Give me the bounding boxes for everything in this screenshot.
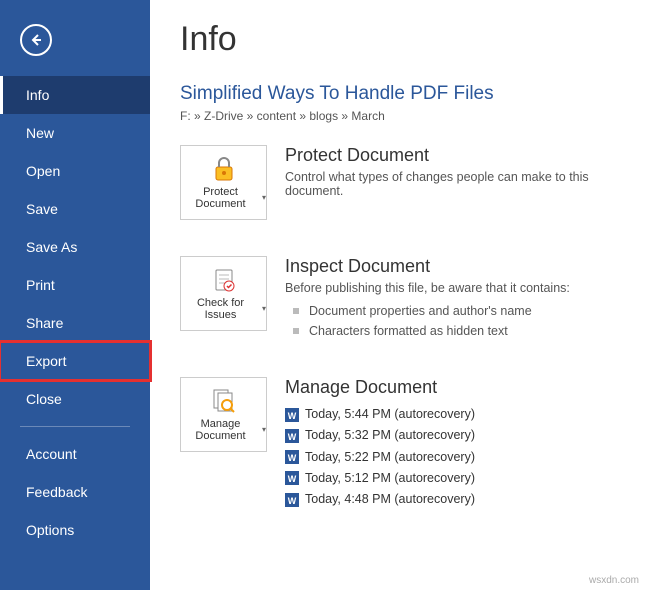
check-issues-button[interactable]: Check for Issues	[180, 256, 267, 331]
tile-label: Manage Document	[181, 418, 266, 442]
version-item[interactable]: W Today, 5:32 PM (autorecovery)	[285, 425, 617, 446]
main-content: Info Simplified Ways To Handle PDF Files…	[150, 0, 647, 590]
section-protect: Protect Document Protect Document Contro…	[180, 145, 617, 220]
page-title: Info	[180, 20, 617, 59]
word-icon: W	[285, 493, 299, 507]
sidebar-label: Save	[26, 201, 58, 217]
version-label: Today, 5:22 PM (autorecovery)	[305, 447, 475, 468]
svg-text:W: W	[288, 411, 297, 421]
sidebar-item-save[interactable]: Save	[0, 190, 150, 228]
manage-icon	[210, 387, 238, 415]
protect-desc: Control what types of changes people can…	[285, 170, 617, 198]
sidebar-item-feedback[interactable]: Feedback	[0, 473, 150, 511]
inspect-title: Inspect Document	[285, 256, 617, 277]
section-manage: Manage Document Manage Document W Today, …	[180, 377, 617, 510]
watermark: wsxdn.com	[589, 575, 639, 586]
svg-text:W: W	[288, 496, 297, 506]
tile-label: Check for Issues	[181, 297, 266, 321]
sidebar-item-account[interactable]: Account	[0, 435, 150, 473]
word-icon: W	[285, 429, 299, 443]
sidebar-label: Close	[26, 391, 62, 407]
sidebar-item-close[interactable]: Close	[0, 380, 150, 418]
sidebar-item-save-as[interactable]: Save As	[0, 228, 150, 266]
version-item[interactable]: W Today, 5:12 PM (autorecovery)	[285, 468, 617, 489]
version-list: W Today, 5:44 PM (autorecovery) W Today, 5…	[285, 404, 617, 510]
inspect-desc: Before publishing this file, be aware th…	[285, 281, 617, 295]
sidebar-label: Info	[26, 87, 49, 103]
sidebar-item-new[interactable]: New	[0, 114, 150, 152]
version-label: Today, 4:48 PM (autorecovery)	[305, 489, 475, 510]
manage-document-button[interactable]: Manage Document	[180, 377, 267, 452]
version-item[interactable]: W Today, 5:44 PM (autorecovery)	[285, 404, 617, 425]
tile-label: Protect Document	[181, 186, 266, 210]
sidebar-label: Account	[26, 446, 77, 462]
sidebar-label: Share	[26, 315, 63, 331]
back-button[interactable]	[20, 24, 52, 56]
section-inspect: Check for Issues Inspect Document Before…	[180, 256, 617, 341]
breadcrumb: F: » Z-Drive » content » blogs » March	[180, 109, 617, 123]
lock-icon	[210, 155, 238, 183]
sidebar-item-options[interactable]: Options	[0, 511, 150, 549]
sidebar-label: Export	[26, 353, 66, 369]
version-item[interactable]: W Today, 4:48 PM (autorecovery)	[285, 489, 617, 510]
word-icon: W	[285, 450, 299, 464]
version-label: Today, 5:12 PM (autorecovery)	[305, 468, 475, 489]
document-title: Simplified Ways To Handle PDF Files	[180, 83, 617, 105]
version-label: Today, 5:44 PM (autorecovery)	[305, 404, 475, 425]
protect-title: Protect Document	[285, 145, 617, 166]
sidebar-item-open[interactable]: Open	[0, 152, 150, 190]
manage-title: Manage Document	[285, 377, 617, 398]
version-label: Today, 5:32 PM (autorecovery)	[305, 425, 475, 446]
inspect-bullet: Characters formatted as hidden text	[285, 321, 617, 341]
protect-document-button[interactable]: Protect Document	[180, 145, 267, 220]
sidebar-item-print[interactable]: Print	[0, 266, 150, 304]
sidebar-label: Options	[26, 522, 74, 538]
version-item[interactable]: W Today, 5:22 PM (autorecovery)	[285, 447, 617, 468]
svg-text:W: W	[288, 432, 297, 442]
word-icon: W	[285, 471, 299, 485]
svg-text:W: W	[288, 453, 297, 463]
sidebar-label: Open	[26, 163, 60, 179]
sidebar-item-share[interactable]: Share	[0, 304, 150, 342]
sidebar-label: Feedback	[26, 484, 87, 500]
svg-text:W: W	[288, 474, 297, 484]
sidebar-item-info[interactable]: Info	[0, 76, 150, 114]
sidebar-divider	[20, 426, 130, 427]
inspect-bullet: Document properties and author's name	[285, 301, 617, 321]
backstage-sidebar: Info New Open Save Save As Print Share E…	[0, 0, 150, 590]
back-arrow-icon	[28, 32, 44, 48]
sidebar-label: Print	[26, 277, 55, 293]
sidebar-item-export[interactable]: Export	[0, 342, 150, 380]
inspect-icon	[210, 266, 238, 294]
sidebar-label: Save As	[26, 239, 77, 255]
sidebar-label: New	[26, 125, 54, 141]
word-icon: W	[285, 408, 299, 422]
inspect-bullets: Document properties and author's name Ch…	[285, 301, 617, 341]
